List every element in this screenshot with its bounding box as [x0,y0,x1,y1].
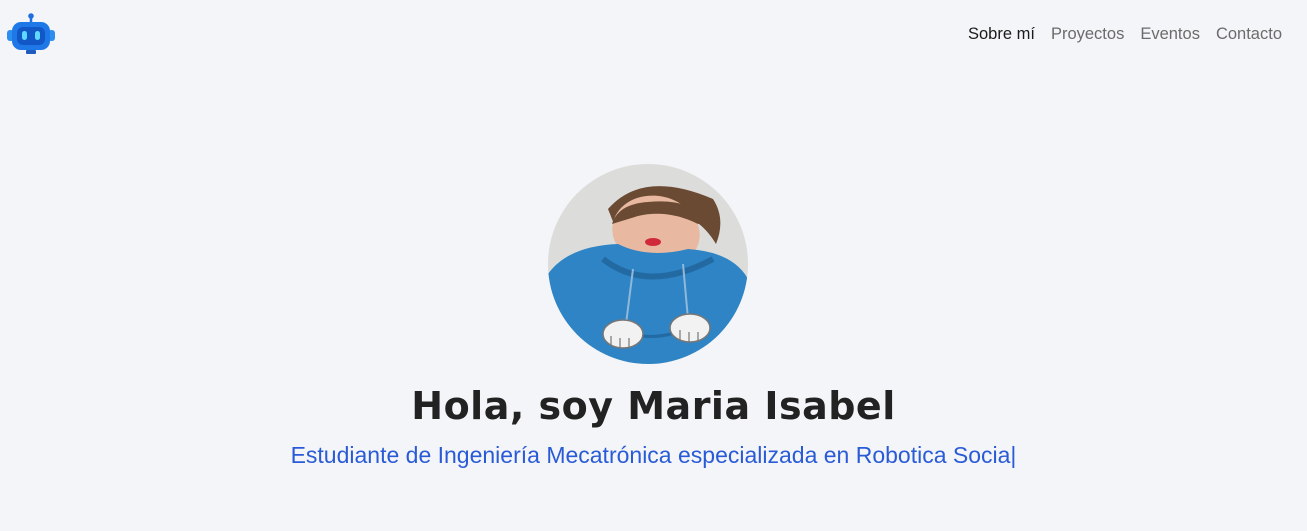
hero-subtitle: Estudiante de Ingeniería Mecatrónica esp… [0,441,1307,469]
hero-title: Hola, soy Maria Isabel [411,384,896,428]
profile-avatar [548,164,748,364]
hero-subtitle-text: Estudiante de Ingeniería Mecatrónica esp… [290,442,1011,468]
nav-menu: Sobre mí Proyectos Eventos Contacto [968,24,1282,44]
nav-link-contacto[interactable]: Contacto [1216,24,1282,44]
typing-cursor: | [1010,442,1017,468]
robot-logo-icon[interactable] [6,13,56,55]
nav-link-sobre-mi[interactable]: Sobre mí [968,24,1035,44]
hero-section: Hola, soy Maria Isabel Estudiante de Ing… [0,0,1307,531]
nav-link-eventos[interactable]: Eventos [1140,24,1200,44]
navbar: Sobre mí Proyectos Eventos Contacto [0,0,1307,70]
nav-link-proyectos[interactable]: Proyectos [1051,24,1124,44]
